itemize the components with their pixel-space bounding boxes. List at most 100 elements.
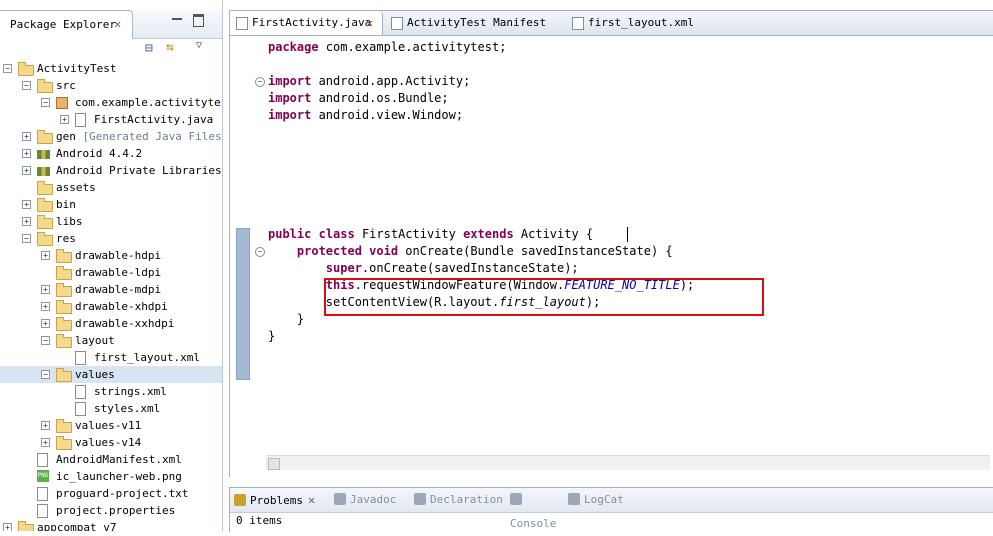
editor-tab[interactable]: FirstActivity.java ✕ <box>230 11 383 35</box>
logcat-icon <box>568 493 580 505</box>
package-explorer-tab[interactable]: Package Explorer ✕ <box>0 10 133 39</box>
maximize-icon[interactable] <box>193 14 204 27</box>
code-keyword: import <box>268 91 312 105</box>
tree-item[interactable]: first_layout.xml <box>0 349 222 366</box>
editor-tabbar: FirstActivity.java ✕ ActivityTest Manifest… <box>230 11 993 36</box>
tree-item[interactable]: − src <box>0 77 222 94</box>
bottom-tab-label: Console <box>510 517 557 530</box>
expand-icon[interactable]: + <box>3 523 12 531</box>
folder-icon <box>37 181 53 195</box>
close-icon[interactable]: ✕ <box>366 11 373 35</box>
bottom-tab-logcat[interactable]: LogCat <box>568 488 638 512</box>
tree-item[interactable]: + Android 4.4.2 <box>0 145 222 162</box>
expand-icon[interactable]: + <box>22 217 31 226</box>
tree-item[interactable]: styles.xml <box>0 400 222 417</box>
link-with-editor-icon[interactable]: ⇆ <box>166 40 174 55</box>
tree-item[interactable]: drawable-ldpi <box>0 264 222 281</box>
highlight-annotation-box <box>324 278 764 316</box>
code-token: FirstActivity <box>354 227 464 241</box>
minimize-icon[interactable] <box>172 16 182 20</box>
bottom-tab-javadoc[interactable]: Javadoc <box>334 488 410 512</box>
tree-item[interactable]: + Android Private Libraries <box>0 162 222 179</box>
bottom-tab-console[interactable]: Console <box>510 488 564 530</box>
tree-item[interactable]: AndroidManifest.xml <box>0 451 222 468</box>
expand-icon[interactable]: + <box>22 132 31 141</box>
collapse-icon[interactable]: − <box>41 336 50 345</box>
tree-item[interactable]: project.properties <box>0 502 222 519</box>
bottom-tab-label: Problems <box>250 494 303 507</box>
tree-item[interactable]: + values-v14 <box>0 434 222 451</box>
tree-item[interactable]: assets <box>0 179 222 196</box>
expand-icon[interactable]: + <box>41 421 50 430</box>
tree-item-label: Android 4.4.2 <box>56 147 143 160</box>
editor-tab[interactable]: ActivityTest Manifest <box>385 11 560 35</box>
tree-item-label: drawable-hdpi <box>75 249 162 262</box>
code-keyword: void <box>369 244 399 258</box>
tree-item[interactable]: + FirstActivity.java <box>0 111 222 128</box>
expand-icon[interactable]: + <box>41 302 50 311</box>
library-icon <box>37 167 50 176</box>
folder-icon <box>56 249 72 263</box>
tree-item-label: strings.xml <box>94 385 167 398</box>
bottom-tab-problems[interactable]: Problems ✕ <box>234 488 330 512</box>
tree-item[interactable]: − ActivityTest <box>0 60 222 77</box>
tree-item[interactable]: − com.example.activitytes <box>0 94 222 111</box>
expand-icon[interactable]: + <box>41 438 50 447</box>
expand-icon[interactable]: + <box>41 319 50 328</box>
horizontal-scrollbar[interactable] <box>266 455 990 470</box>
bottom-tab-label: Declaration <box>430 493 503 506</box>
tree-item[interactable]: + libs <box>0 213 222 230</box>
collapse-icon[interactable]: − <box>3 64 12 73</box>
collapse-all-icon[interactable]: ⊟ <box>145 41 153 56</box>
text-caret <box>627 227 628 242</box>
close-icon[interactable]: ✕ <box>114 17 121 31</box>
tree-item[interactable]: strings.xml <box>0 383 222 400</box>
collapse-icon[interactable]: − <box>22 81 31 90</box>
tree-item[interactable]: − layout <box>0 332 222 349</box>
tree-item[interactable]: + drawable-mdpi <box>0 281 222 298</box>
declaration-icon <box>414 493 426 505</box>
tree-item[interactable]: + drawable-xhdpi <box>0 298 222 315</box>
expand-icon[interactable]: + <box>22 149 31 158</box>
tree-item[interactable]: proguard-project.txt <box>0 485 222 502</box>
fold-collapse-icon[interactable]: − <box>255 77 265 87</box>
xml-file-icon <box>75 402 86 416</box>
bottom-panel: Problems ✕ Javadoc Declaration Console LogCat… <box>229 487 993 532</box>
tree-item[interactable]: + bin <box>0 196 222 213</box>
package-explorer-tabbar: Package Explorer ✕ <box>0 10 222 39</box>
console-icon <box>510 493 522 505</box>
bottom-tab-declaration[interactable]: Declaration <box>414 488 506 512</box>
tree-item-label: first_layout.xml <box>94 351 200 364</box>
editor-gutter <box>230 36 250 456</box>
tree-item[interactable]: PNG ic_launcher-web.png <box>0 468 222 485</box>
code-line: super.onCreate(savedInstanceState); <box>268 260 579 277</box>
package-icon <box>56 97 68 109</box>
code-token: android.view.Window; <box>311 108 464 122</box>
expand-icon[interactable]: + <box>60 115 69 124</box>
tree-item[interactable]: + values-v11 <box>0 417 222 434</box>
folder-icon <box>37 215 53 229</box>
tree-item[interactable]: + appcompat_v7 <box>0 519 222 531</box>
collapse-icon[interactable]: − <box>41 370 50 379</box>
code-token: android.app.Activity; <box>311 74 471 88</box>
scroll-left-icon[interactable] <box>268 458 280 470</box>
collapse-icon[interactable]: − <box>22 234 31 243</box>
expand-icon[interactable]: + <box>41 285 50 294</box>
tree-item[interactable]: + gen [Generated Java Files] <box>0 128 222 145</box>
tree-item[interactable]: + drawable-hdpi <box>0 247 222 264</box>
fold-collapse-icon[interactable]: − <box>255 247 265 257</box>
expand-icon[interactable]: + <box>22 166 31 175</box>
problems-status: 0 items <box>236 514 283 527</box>
close-icon[interactable]: ✕ <box>308 493 315 507</box>
tree-item[interactable]: − values <box>0 366 222 383</box>
tree-item[interactable]: + drawable-xxhdpi <box>0 315 222 332</box>
collapse-icon[interactable]: − <box>41 98 50 107</box>
editor-tab[interactable]: first_layout.xml <box>566 11 706 35</box>
tree-item[interactable]: − res <box>0 230 222 247</box>
expand-icon[interactable]: + <box>22 200 31 209</box>
code-line: import android.os.Bundle; <box>268 90 449 107</box>
expand-icon[interactable]: + <box>41 251 50 260</box>
javadoc-icon <box>334 493 346 505</box>
tree-item-label: drawable-ldpi <box>75 266 162 279</box>
view-menu-chevron-down-icon[interactable]: ▽ <box>196 40 202 51</box>
